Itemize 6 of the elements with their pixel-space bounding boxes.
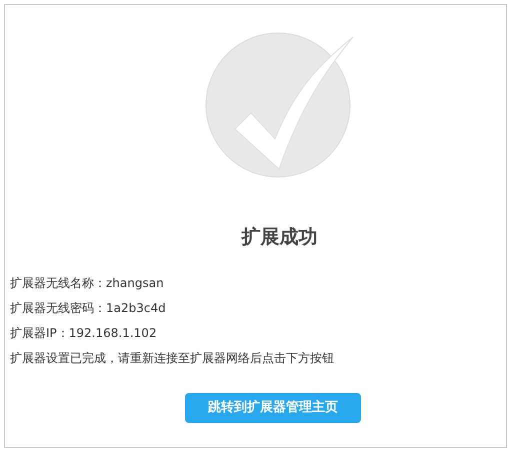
manage-home-button[interactable]: 跳转到扩展器管理主页	[185, 392, 361, 422]
info-line: 扩展器无线密码：1a2b3c4d	[10, 300, 167, 316]
instruction-text: 扩展器设置已完成，请重新连接至扩展器网络后点击下方按钮	[10, 350, 335, 366]
info-line: 扩展器无线名称：zhangsan	[10, 274, 165, 292]
info-line: 扩展器IP：192.168.1.102	[10, 324, 158, 342]
success-title: 扩展成功	[240, 225, 318, 250]
